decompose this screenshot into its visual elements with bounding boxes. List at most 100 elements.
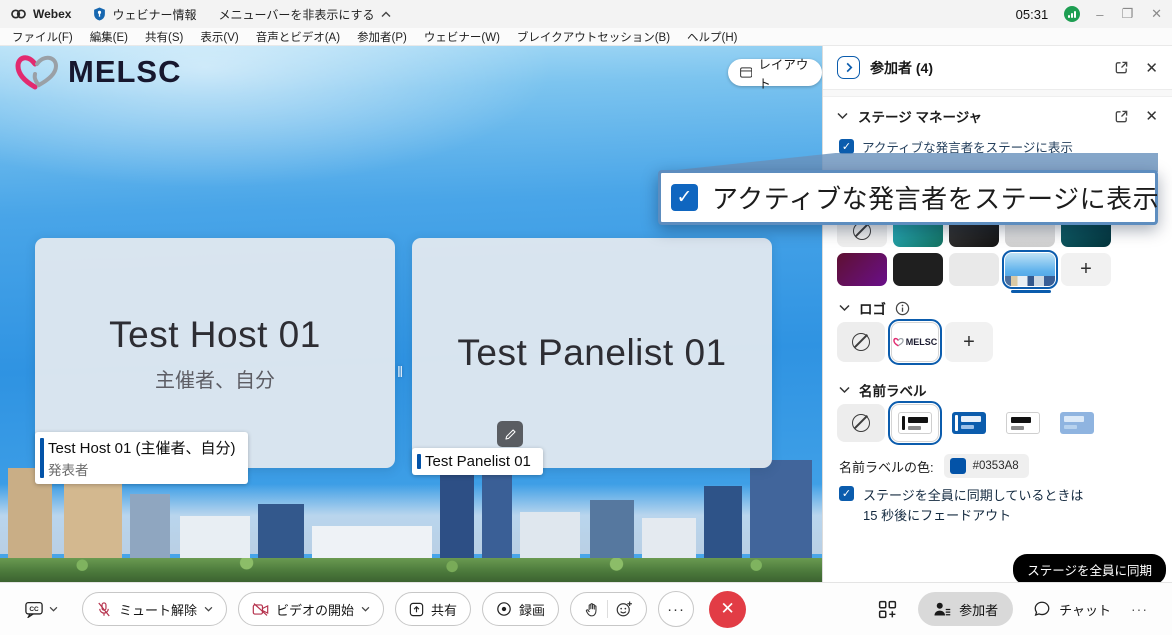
closed-captions-button[interactable]: CC (24, 601, 58, 618)
logo-section-header: ロゴ (839, 298, 910, 318)
webex-app-name: Webex (33, 7, 71, 21)
name-label-options-row (837, 404, 1101, 442)
shield-icon (93, 7, 106, 21)
name-label-color-picker[interactable]: #0353A8 (944, 454, 1029, 478)
menu-edit[interactable]: 編集(E) (90, 29, 128, 45)
background-options-row2: + (837, 253, 1111, 286)
record-label: 録画 (519, 600, 545, 619)
popout-icon[interactable] (1114, 60, 1129, 75)
chevron-down-icon[interactable] (839, 304, 850, 312)
webinar-info-button[interactable]: ウェビナー情報 (93, 6, 196, 23)
participants-panel-header: 参加者 (4) ✕ (823, 46, 1172, 90)
menu-breakout[interactable]: ブレイクアウトセッション(B) (517, 29, 670, 45)
chat-button[interactable]: チャット (1033, 600, 1111, 619)
stage-area: MELSC レイアウト Test Host 01 主催者、自分 Test Pan… (0, 46, 822, 582)
sync-stage-button[interactable]: ステージを全員に同期 (1013, 554, 1166, 585)
divider (607, 600, 608, 618)
edit-name-label-button[interactable] (497, 421, 523, 447)
share-label: 共有 (431, 600, 457, 619)
connection-quality-icon[interactable] (1064, 6, 1080, 22)
menu-audio-video[interactable]: 音声とビデオ(A) (256, 29, 340, 45)
host-label-line2: 発表者 (48, 459, 236, 479)
more-options-button[interactable]: ··· (658, 591, 694, 627)
selected-background-indicator (1011, 290, 1051, 293)
share-button[interactable]: 共有 (395, 592, 471, 626)
minimize-button[interactable]: – (1096, 7, 1103, 22)
background-option[interactable] (893, 253, 943, 286)
logo-none-option[interactable] (837, 322, 885, 362)
close-panel-icon[interactable]: ✕ (1145, 59, 1158, 77)
brand-name: MELSC (68, 54, 182, 90)
stage-brand-logo: MELSC (14, 52, 182, 92)
webex-logo: Webex (10, 7, 71, 21)
unmute-button[interactable]: ミュート解除 (82, 592, 227, 626)
chevron-down-icon[interactable] (839, 386, 850, 394)
sync-fadeout-checkbox[interactable]: ✓ (839, 486, 854, 501)
sync-fadeout-line1: ステージを全員に同期しているときは (863, 486, 1083, 506)
chevron-down-icon (361, 606, 370, 612)
start-video-button[interactable]: ビデオの開始 (238, 592, 384, 626)
participants-panel-toggle[interactable]: 参加者 (918, 592, 1013, 626)
chevron-down-icon (204, 606, 213, 612)
host-display-name: Test Host 01 (109, 314, 321, 356)
logo-options-row: MELSC + (837, 322, 993, 362)
active-speaker-checkbox-magnified[interactable]: ✓ (671, 184, 698, 211)
layout-icon (740, 66, 752, 79)
leave-meeting-button[interactable]: ✕ (709, 591, 746, 628)
add-background-button[interactable]: + (1061, 253, 1111, 286)
logo-section-title: ロゴ (859, 298, 886, 318)
webex-window: Webex ウェビナー情報 メニューバーを非表示にする 05:31 – (0, 0, 1172, 635)
host-name-label: Test Host 01 (主催者、自分) 発表者 (35, 432, 248, 484)
stage-manager-header: ステージ マネージャ ✕ (823, 97, 1172, 135)
background-option[interactable] (837, 253, 887, 286)
reactions-group (570, 592, 647, 626)
sync-fadeout-checkbox-row[interactable]: ✓ ステージを全員に同期しているときは 15 秒後にフェードアウト (839, 486, 1083, 526)
name-label-style-2[interactable] (945, 404, 993, 442)
menu-file[interactable]: ファイル(F) (12, 29, 73, 45)
meeting-timer: 05:31 (1016, 7, 1049, 22)
color-hex-value: #0353A8 (973, 460, 1019, 472)
logo-melsc-option-selected[interactable]: MELSC (891, 322, 939, 362)
menu-help[interactable]: ヘルプ(H) (687, 29, 737, 45)
overflow-menu-button[interactable]: ··· (1131, 601, 1148, 617)
info-icon[interactable] (895, 301, 910, 316)
mic-muted-icon (96, 601, 112, 618)
layout-button-label: レイアウト (758, 54, 810, 92)
background-option[interactable] (949, 253, 999, 286)
apps-icon[interactable] (877, 599, 898, 620)
layout-button[interactable]: レイアウト (728, 59, 822, 86)
webinar-info-label: ウェビナー情報 (112, 6, 196, 23)
hide-menubar-button[interactable]: メニューバーを非表示にする (218, 6, 390, 23)
color-swatch (950, 458, 966, 474)
maximize-button[interactable]: ❐ (1121, 6, 1133, 22)
background-photo-option-selected[interactable] (1005, 253, 1055, 286)
record-button[interactable]: 録画 (482, 592, 559, 626)
stage-manager-title: ステージ マネージャ (858, 106, 982, 126)
reactions-emoji-icon[interactable] (615, 600, 633, 618)
collapse-panel-button[interactable] (837, 56, 860, 79)
svg-text:CC: CC (29, 606, 39, 613)
menu-bar: ファイル(F) 編集(E) 共有(S) 表示(V) 音声とビデオ(A) 参加者(… (0, 28, 1172, 46)
close-stage-manager-icon[interactable]: ✕ (1145, 107, 1158, 125)
video-tile-panelist[interactable]: Test Panelist 01 (412, 238, 772, 468)
popout-icon[interactable] (1114, 109, 1129, 124)
none-icon (852, 414, 870, 432)
active-speaker-checkbox[interactable]: ✓ (839, 139, 854, 154)
menu-view[interactable]: 表示(V) (200, 29, 238, 45)
panel-divider (823, 90, 1172, 97)
close-button[interactable]: ✕ (1151, 6, 1162, 22)
add-logo-button[interactable]: + (945, 322, 993, 362)
name-label-section-title: 名前ラベル (859, 380, 927, 400)
melsc-heart-icon (14, 52, 60, 92)
name-label-none-option[interactable] (837, 404, 885, 442)
menu-participants[interactable]: 参加者(P) (357, 29, 407, 45)
name-label-style-3[interactable] (999, 404, 1047, 442)
menu-share[interactable]: 共有(S) (145, 29, 183, 45)
chevron-up-icon (381, 11, 391, 18)
name-label-style-4[interactable] (1053, 404, 1101, 442)
raise-hand-icon[interactable] (584, 601, 600, 618)
menu-webinar[interactable]: ウェビナー(W) (424, 29, 500, 45)
chevron-down-icon[interactable] (837, 112, 848, 120)
tile-resize-handle[interactable]: ‖ (397, 364, 404, 381)
name-label-style-1-selected[interactable] (891, 404, 939, 442)
